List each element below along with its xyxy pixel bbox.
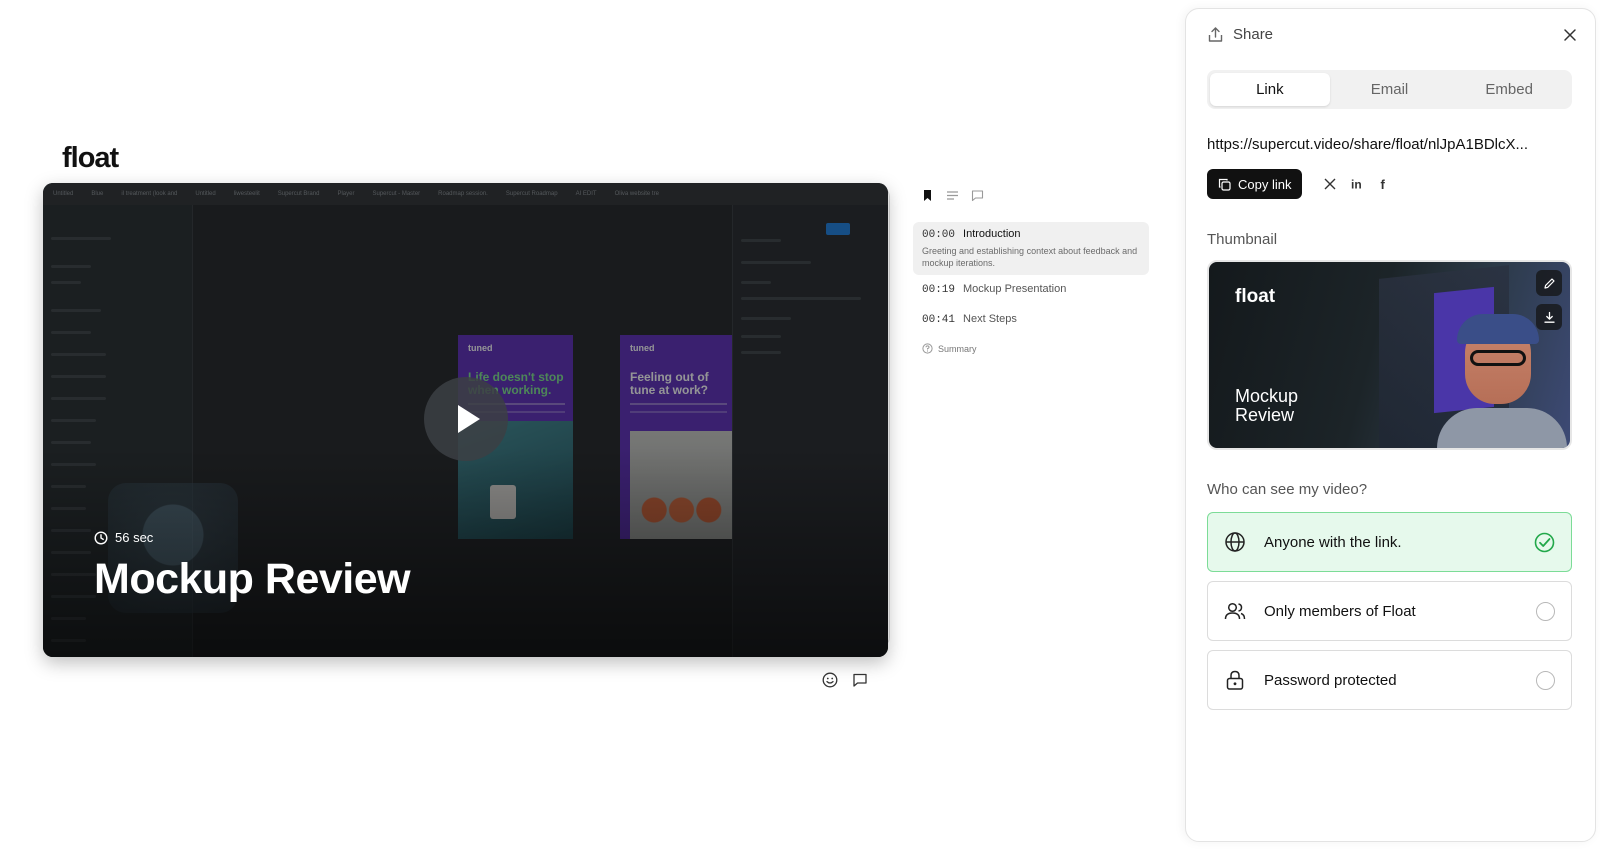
- check-circle-icon: [1534, 532, 1555, 553]
- download-thumbnail-button[interactable]: [1536, 304, 1562, 330]
- edit-thumbnail-button[interactable]: [1536, 270, 1562, 296]
- duration-text: 56 sec: [115, 530, 154, 545]
- video-reactions: [822, 672, 868, 688]
- help-circle-icon: [922, 343, 933, 354]
- chapter-item[interactable]: 00:19 Mockup Presentation: [913, 277, 1149, 302]
- copy-link-button[interactable]: Copy link: [1207, 169, 1303, 199]
- tab-email[interactable]: Email: [1330, 73, 1450, 106]
- chapter-toolbar: [921, 189, 984, 202]
- tab-embed[interactable]: Embed: [1449, 73, 1569, 106]
- chapter-item[interactable]: 00:41 Next Steps: [913, 307, 1149, 332]
- comments-icon[interactable]: [971, 189, 984, 202]
- option-label: Anyone with the link.: [1264, 533, 1402, 551]
- x-icon[interactable]: [1323, 177, 1337, 191]
- radio-button[interactable]: [1536, 601, 1555, 621]
- video-duration: 56 sec: [94, 530, 153, 545]
- users-icon: [1224, 600, 1246, 622]
- tab-link[interactable]: Link: [1210, 73, 1330, 106]
- lock-icon: [1224, 669, 1246, 691]
- copy-icon: [1218, 178, 1231, 191]
- linkedin-icon[interactable]: in: [1350, 177, 1364, 192]
- social-share-links: in f: [1323, 177, 1391, 191]
- visibility-option-anyone[interactable]: Anyone with the link.: [1207, 512, 1572, 572]
- chapter-name: Introduction: [963, 228, 1021, 240]
- comment-icon[interactable]: [852, 672, 868, 688]
- visibility-option-password[interactable]: Password protected: [1207, 650, 1572, 710]
- brand-logo: float: [62, 142, 119, 174]
- play-icon: [458, 405, 480, 433]
- bookmark-icon[interactable]: [921, 189, 934, 202]
- option-label: Only members of Float: [1264, 602, 1416, 620]
- thumbnail-label: Thumbnail: [1207, 231, 1278, 248]
- thumbnail-logo: float: [1235, 286, 1276, 307]
- chapter-time: 00:19: [922, 284, 956, 296]
- video-title: Mockup Review: [94, 555, 411, 603]
- chapter-name: Next Steps: [963, 313, 1017, 325]
- summary-link[interactable]: Summary: [922, 343, 977, 354]
- chapter-item[interactable]: 00:00 Introduction Greeting and establis…: [913, 222, 1149, 275]
- svg-text:f: f: [1381, 177, 1386, 191]
- chapter-description: Greeting and establishing context about …: [922, 246, 1138, 268]
- chapter-time: 00:41: [922, 314, 956, 326]
- summary-label: Summary: [938, 343, 977, 354]
- share-url[interactable]: https://supercut.video/share/float/nlJpA…: [1207, 136, 1572, 153]
- pencil-icon: [1543, 277, 1556, 290]
- emoji-icon[interactable]: [822, 672, 838, 688]
- svg-text:in: in: [1351, 178, 1362, 192]
- chapter-name: Mockup Presentation: [963, 283, 1067, 295]
- visibility-option-members[interactable]: Only members of Float: [1207, 581, 1572, 641]
- share-header: Share: [1207, 26, 1273, 43]
- share-panel: Share Link Email Embed https://supercut.…: [1185, 8, 1596, 842]
- visibility-label: Who can see my video?: [1207, 481, 1368, 498]
- option-label: Password protected: [1264, 671, 1397, 689]
- globe-icon: [1224, 531, 1246, 553]
- clock-icon: [94, 530, 108, 545]
- share-title: Share: [1233, 26, 1274, 43]
- transcript-icon[interactable]: [946, 189, 959, 202]
- radio-button[interactable]: [1536, 670, 1555, 690]
- facebook-icon[interactable]: f: [1377, 177, 1391, 191]
- play-button[interactable]: [424, 377, 508, 461]
- download-icon: [1543, 311, 1556, 324]
- thumbnail-title: Mockup Review: [1235, 386, 1299, 425]
- video-player[interactable]: Untitled Blue il treatment (look and Unt…: [43, 183, 888, 657]
- chapter-time: 00:00: [922, 229, 956, 241]
- close-icon[interactable]: [1563, 28, 1577, 42]
- share-mode-tabs: Link Email Embed: [1207, 70, 1572, 109]
- thumbnail-preview: float Mockup Review: [1207, 260, 1572, 450]
- share-icon: [1207, 26, 1224, 43]
- copy-link-label: Copy link: [1238, 176, 1292, 192]
